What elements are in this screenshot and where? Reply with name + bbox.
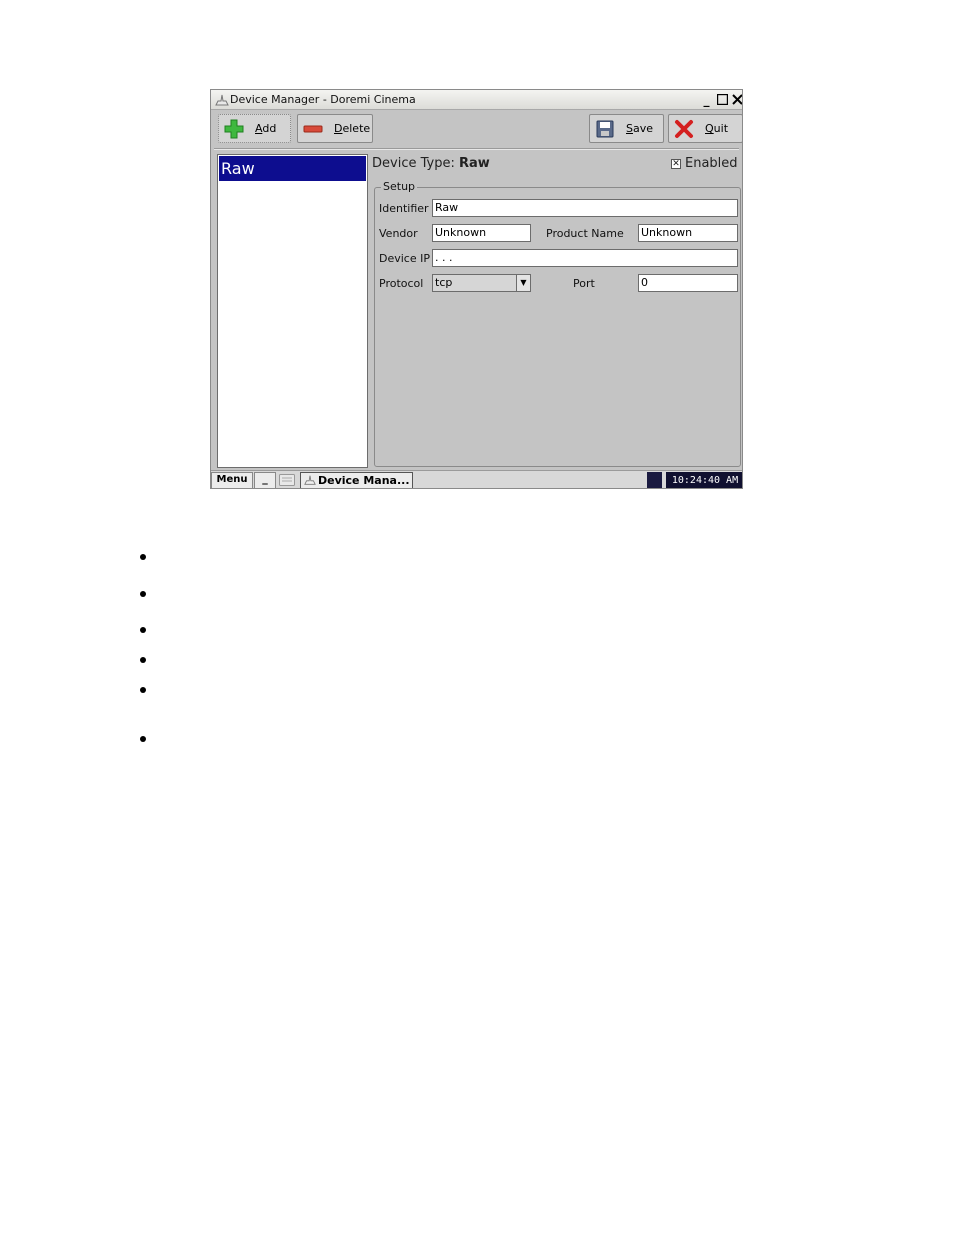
app-icon xyxy=(304,475,316,485)
device-ip-input[interactable]: . . . xyxy=(432,249,738,267)
plus-icon xyxy=(223,118,245,140)
product-name-label: Product Name xyxy=(546,227,624,240)
keyboard-icon[interactable] xyxy=(279,474,295,486)
vendor-label: Vendor xyxy=(379,227,418,240)
setup-legend: Setup xyxy=(381,180,418,193)
maximize-icon xyxy=(717,94,728,105)
delete-label: Delete xyxy=(334,122,371,135)
bullet-marker xyxy=(140,687,146,693)
delete-button[interactable]: Delete xyxy=(297,114,373,143)
clock: 10:24:40 AM xyxy=(666,472,742,488)
device-manager-window: Device Manager - Doremi Cinema _ Add Del… xyxy=(210,89,743,489)
checkbox-checked-icon: ✕ xyxy=(671,158,681,169)
title-bar: Device Manager - Doremi Cinema _ xyxy=(211,90,742,110)
close-button[interactable] xyxy=(731,93,742,106)
protocol-label: Protocol xyxy=(379,277,424,290)
identifier-label: Identifier xyxy=(379,202,429,215)
chevron-down-icon: ▼ xyxy=(516,275,530,291)
device-type-prefix: Device Type: xyxy=(372,156,455,171)
minus-icon xyxy=(302,118,324,140)
app-icon xyxy=(215,94,229,106)
enabled-label: Enabled xyxy=(685,156,738,171)
enabled-checkbox[interactable]: ✕ Enabled xyxy=(671,156,738,171)
minimize-all-button[interactable]: _ xyxy=(254,472,276,488)
task-label: Device Mana... xyxy=(318,474,410,487)
device-list[interactable]: Raw xyxy=(217,154,368,468)
device-type-value: Raw xyxy=(458,156,490,171)
window-title: Device Manager - Doremi Cinema xyxy=(230,93,416,106)
quit-button[interactable]: Quit xyxy=(668,114,742,143)
taskbar: Menu _ Device Mana... 10:24:40 AM xyxy=(211,470,742,488)
bullet-marker xyxy=(140,736,146,742)
x-icon xyxy=(673,118,695,140)
save-button[interactable]: Save xyxy=(589,114,664,143)
close-icon xyxy=(732,94,742,105)
protocol-select[interactable]: tcp ▼ xyxy=(432,274,531,292)
maximize-button[interactable] xyxy=(716,93,729,106)
toolbar: Add Delete Save Quit xyxy=(211,111,742,147)
toolbar-separator xyxy=(214,148,739,150)
bullet-marker xyxy=(140,657,146,663)
menu-button[interactable]: Menu xyxy=(211,472,253,488)
add-label: Add xyxy=(255,122,277,135)
device-ip-label: Device IP xyxy=(379,252,430,265)
taskbar-task-device-manager[interactable]: Device Mana... xyxy=(300,472,413,488)
tray-indicator xyxy=(647,472,662,488)
minimize-button[interactable]: _ xyxy=(700,93,713,106)
port-label: Port xyxy=(573,277,595,290)
identifier-input[interactable]: Raw xyxy=(432,199,738,217)
product-name-input[interactable]: Unknown xyxy=(638,224,738,242)
device-list-item-raw[interactable]: Raw xyxy=(219,156,366,181)
floppy-disk-icon xyxy=(594,118,616,140)
bullet-marker xyxy=(140,554,146,560)
add-button[interactable]: Add xyxy=(218,114,291,143)
device-type-heading: Device Type: Raw xyxy=(372,156,490,171)
bullet-marker xyxy=(140,627,146,633)
protocol-value: tcp xyxy=(435,276,453,289)
quit-label: Quit xyxy=(705,122,729,135)
vendor-input[interactable]: Unknown xyxy=(432,224,531,242)
bullet-marker xyxy=(140,591,146,597)
save-label: Save xyxy=(626,122,654,135)
port-input[interactable]: 0 xyxy=(638,274,738,292)
